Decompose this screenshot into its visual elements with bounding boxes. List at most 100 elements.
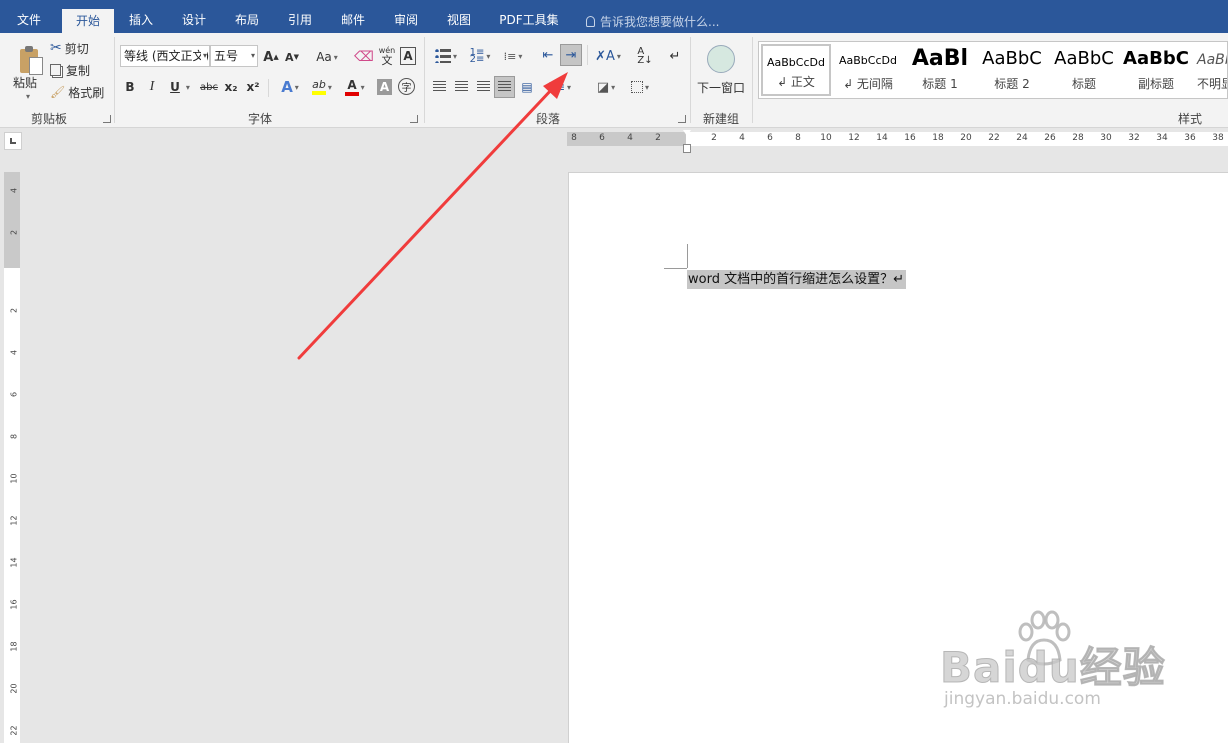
phonetic-guide-button[interactable]: wén 文 xyxy=(377,43,397,69)
strikethrough-button[interactable]: abc xyxy=(199,77,219,97)
divider xyxy=(268,79,269,97)
borders-icon xyxy=(630,81,643,93)
distributed-button[interactable]: ▤ xyxy=(518,77,536,97)
line-spacing-button[interactable]: ↕≡ ▾ xyxy=(540,77,576,97)
bullets-button[interactable]: ▾ xyxy=(430,45,462,67)
horizontal-ruler[interactable]: 8 6 4 2 2 4 6 8 10 12 14 16 18 20 22 24 26 28 30 32 34 36 38 xyxy=(567,132,1228,146)
tab-layout[interactable]: 布局 xyxy=(222,0,272,33)
underline-button[interactable]: U ▾ xyxy=(165,77,195,97)
ruler-number: 16 xyxy=(9,599,19,610)
ruler-number: 6 xyxy=(599,133,605,143)
new-group-label: 新建组 xyxy=(702,112,739,126)
tab-review[interactable]: 审阅 xyxy=(380,0,432,33)
change-case-button[interactable]: Aa ▾ xyxy=(312,47,342,67)
first-line-indent-marker[interactable] xyxy=(683,130,691,154)
scissors-icon: ✂ xyxy=(50,40,62,56)
tab-selector[interactable] xyxy=(4,132,22,150)
increase-indent-icon: ⇥ xyxy=(565,47,577,63)
ruler-number: 38 xyxy=(1212,133,1224,143)
char-shading-button[interactable]: A xyxy=(377,79,392,95)
style-normal[interactable]: AaBbCcDd ↲ 正文 xyxy=(761,44,831,96)
style-no-spacing[interactable]: AaBbCcDd ↲ 无间隔 xyxy=(833,44,903,96)
selected-text-line[interactable]: word 文档中的首行缩进怎么设置？↵ xyxy=(687,270,906,289)
tab-pdf-tools[interactable]: PDF工具集 xyxy=(492,0,566,33)
margin-corner-mark xyxy=(664,268,687,269)
increase-indent-button[interactable]: ⇥ xyxy=(560,44,582,66)
ruler-number: 12 xyxy=(848,133,860,143)
group-divider xyxy=(690,37,691,123)
style-heading1[interactable]: AaBl 标题 1 xyxy=(905,44,975,96)
borders-button[interactable]: ▾ xyxy=(624,77,656,97)
ruler-number: 20 xyxy=(9,683,19,694)
copy-button[interactable]: 复制 xyxy=(50,61,90,79)
group-divider xyxy=(424,37,425,123)
vertical-ruler[interactable]: 4 2 2 4 6 8 10 12 14 16 18 20 22 xyxy=(4,172,20,743)
multilevel-list-icon: ⁞≡ xyxy=(503,49,517,63)
paste-label: 粘贴 xyxy=(12,76,37,90)
tab-file[interactable]: 文件 xyxy=(0,0,58,33)
text-effects-button[interactable]: A ▾ xyxy=(276,77,304,97)
enclose-char-button[interactable]: 字 xyxy=(398,78,415,95)
tell-me-text: 告诉我您想要做什么... xyxy=(600,15,720,29)
style-subtle[interactable]: AaBbC不明显 xyxy=(1193,44,1227,96)
tab-design[interactable]: 设计 xyxy=(168,0,220,33)
italic-button[interactable]: I xyxy=(144,77,160,97)
tell-me-search[interactable]: 告诉我您想要做什么... xyxy=(586,13,719,30)
decrease-indent-icon: ⇤ xyxy=(542,47,554,63)
highlight-button[interactable]: ab ▾ xyxy=(307,77,337,97)
grow-font-button[interactable]: A ▲ xyxy=(262,47,280,67)
ruler-number: 4 xyxy=(739,133,745,143)
show-marks-button[interactable]: ↵ xyxy=(666,45,684,67)
align-right-button[interactable] xyxy=(474,77,492,97)
styles-group-label: 样式 xyxy=(1177,112,1202,126)
clear-format-icon[interactable]: ⌫ xyxy=(354,47,374,67)
ruler-number: 2 xyxy=(655,133,661,143)
ruler-number: 22 xyxy=(9,725,19,736)
window-circle-icon xyxy=(707,44,735,73)
style-title[interactable]: AaBbC 标题 xyxy=(1049,44,1119,96)
lightbulb-icon xyxy=(586,16,595,27)
ruler-number: 18 xyxy=(932,133,944,143)
tab-home[interactable]: 开始 xyxy=(62,9,114,33)
chinese-layout-button[interactable]: ✗A ▾ xyxy=(593,45,623,67)
bold-button[interactable]: B xyxy=(122,77,138,97)
tab-mailings[interactable]: 邮件 xyxy=(328,0,378,33)
tab-insert[interactable]: 插入 xyxy=(116,0,166,33)
sort-icon: A Z↓ xyxy=(637,46,653,66)
ruler-number: 8 xyxy=(571,133,577,143)
next-window-button[interactable]: 下一窗口 xyxy=(696,39,746,101)
font-color-button[interactable]: A ▾ xyxy=(340,77,370,97)
group-divider xyxy=(752,37,753,123)
cut-button[interactable]: ✂ 剪切 xyxy=(50,39,89,57)
clipboard-launcher-icon[interactable] xyxy=(103,115,111,123)
font-size-combo[interactable]: 五号 ▾ xyxy=(210,45,258,67)
superscript-button[interactable]: x² xyxy=(245,77,261,97)
decrease-indent-button[interactable]: ⇤ xyxy=(538,44,558,66)
tab-view[interactable]: 视图 xyxy=(434,0,484,33)
watermark-url: jingyan.baidu.com xyxy=(944,689,1101,709)
ribbon: 粘贴 ▾ ✂ 剪切 复制 🖌 格式刷 剪贴板 等线 (西文正文) ▾ 五号 ▾ A ▲ A… xyxy=(0,33,1228,128)
char-border-button[interactable]: A xyxy=(400,47,416,65)
style-subtitle[interactable]: AaBbC 副标题 xyxy=(1121,44,1191,96)
ruler-number: 18 xyxy=(9,641,19,652)
left-tab-icon xyxy=(10,138,16,144)
numbering-button[interactable]: 1≡ 2≡ ▾ xyxy=(464,45,496,67)
multilevel-list-button[interactable]: ⁞≡ ▾ xyxy=(498,45,528,67)
format-painter-button[interactable]: 🖌 格式刷 xyxy=(50,83,104,101)
shading-button[interactable]: ◪ ▾ xyxy=(590,77,622,97)
tab-references[interactable]: 引用 xyxy=(274,0,326,33)
style-heading2[interactable]: AaBbC 标题 2 xyxy=(977,44,1047,96)
paste-dropdown[interactable]: ▾ xyxy=(22,91,32,101)
align-center-button[interactable] xyxy=(452,77,470,97)
align-left-button[interactable] xyxy=(430,77,448,97)
ruler-number: 34 xyxy=(1156,133,1168,143)
font-launcher-icon[interactable] xyxy=(410,115,418,123)
paragraph-group-label: 段落 xyxy=(535,112,560,126)
subscript-button[interactable]: x₂ xyxy=(223,77,239,97)
bullets-icon xyxy=(434,49,451,63)
sort-button[interactable]: A Z↓ xyxy=(634,45,656,67)
justify-button[interactable] xyxy=(494,76,515,98)
shrink-font-button[interactable]: A ▼ xyxy=(283,47,301,67)
paragraph-launcher-icon[interactable] xyxy=(678,115,686,123)
font-name-combo[interactable]: 等线 (西文正文) ▾ xyxy=(120,45,210,67)
